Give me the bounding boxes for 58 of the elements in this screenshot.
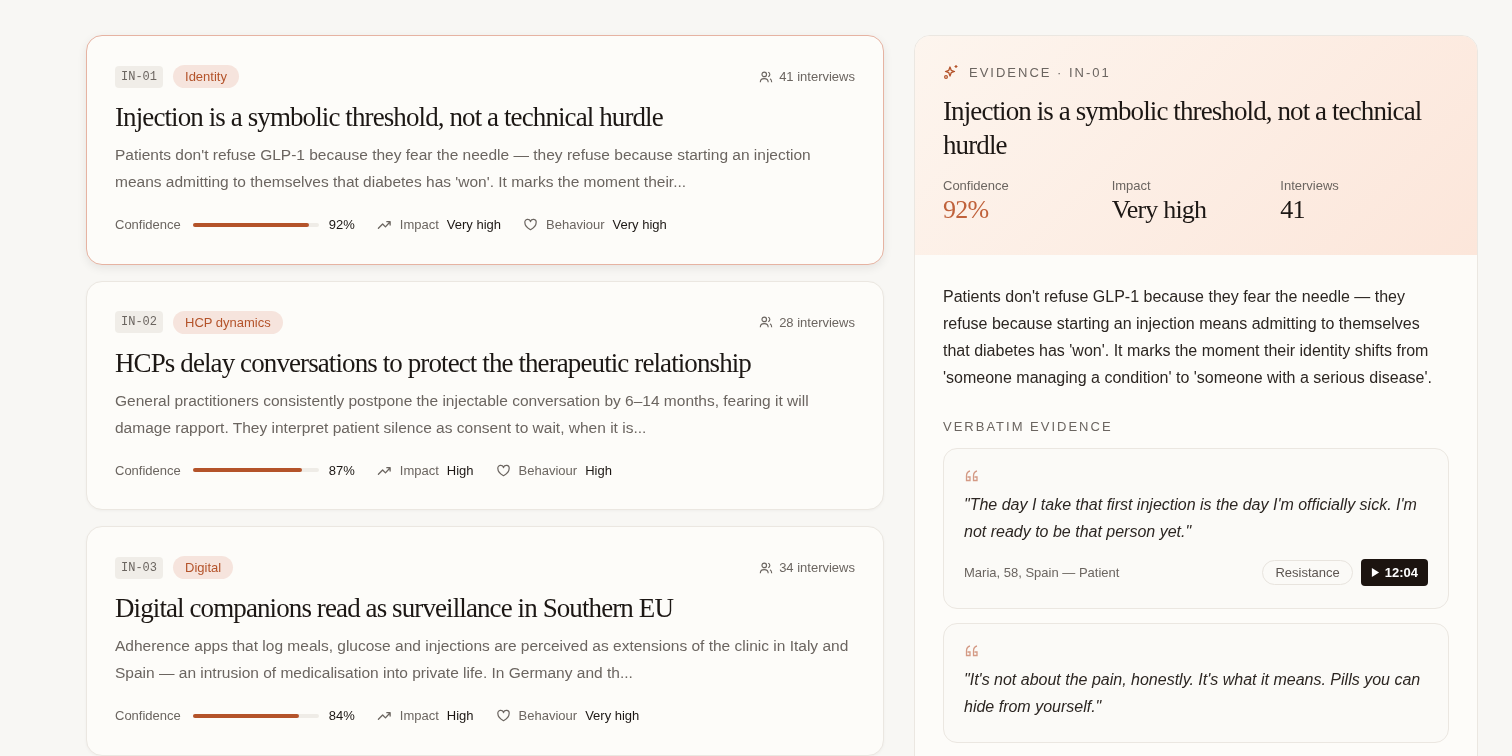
section-heading: VERBATIM EVIDENCE <box>943 419 1114 434</box>
quote-text: "It's not about the pain, honestly. It's what it means. Pills you can hide from yourself." <box>964 670 1422 717</box>
category-tag: Identity <box>173 65 239 88</box>
metric-label: Confidence <box>115 462 181 478</box>
interview-count: 41 interviews <box>779 69 855 84</box>
evidence-title: Injection is a symbolic threshold, not a technical hurdle <box>943 95 1423 162</box>
insight-title: Digital companions read as surveillance in Southern EU <box>115 592 675 626</box>
metric-label: Impact <box>399 462 439 478</box>
sparkle-icon <box>943 64 959 80</box>
insight-description: Patients don't refuse GLP-1 because they fear the needle — they refuse because starting an injection means admitting to themselves that diabetes has 'won'. It marks the moment their... <box>115 145 812 192</box>
insight-code: IN-03 <box>115 556 163 579</box>
evidence-summary: Patients don't refuse GLP-1 because they fear the needle — they refuse because starting an injection means admitting to themselves that diabetes has 'won'. It marks the moment their identity shifts from 'someone managing a condition' to 'someone with a serious disease'. <box>943 287 1433 388</box>
quote-source: Maria, 58, Spain — Patient <box>964 565 1120 580</box>
play-button[interactable]: 12:04 <box>1360 559 1428 586</box>
stat-value: 41 <box>1280 195 1306 225</box>
confidence-value: 84% <box>328 708 355 724</box>
impact-value: Very high <box>446 217 502 232</box>
metric-label: Behaviour <box>518 462 578 478</box>
people-icon <box>759 560 774 575</box>
metric-label: Impact <box>399 217 439 232</box>
people-icon <box>759 69 774 84</box>
insight-title: HCPs delay conversations to protect the therapeutic relationship <box>115 346 752 380</box>
category-tag: Digital <box>173 556 234 580</box>
stat-label: Interviews <box>1280 178 1340 193</box>
behaviour-value: Very high <box>612 217 667 232</box>
metric-label: Confidence <box>115 217 181 232</box>
insight-description: Adherence apps that log meals, glucose and injections are perceived as extensions of the clinic in Italy and Spain — an intrusion of medicalisation into private life. In Germany and th... <box>115 636 850 684</box>
quote-text: "The day I take that first injection is the day I'm officially sick. I'm not ready to be that person yet." <box>964 495 1418 542</box>
behaviour-value: Very high <box>585 708 640 724</box>
heart-icon <box>523 217 539 232</box>
confidence-value: 87% <box>328 462 355 478</box>
interview-count: 34 interviews <box>779 560 855 576</box>
impact-value: High <box>446 462 474 478</box>
evidence-eyebrow: EVIDENCE · IN-01 <box>969 64 1111 80</box>
heart-icon <box>495 708 511 724</box>
insight-card[interactable] <box>86 35 884 265</box>
play-icon <box>1370 567 1380 578</box>
metric-label: Behaviour <box>518 708 578 724</box>
confidence-value: 92% <box>328 217 355 232</box>
insight-code: IN-01 <box>115 65 163 88</box>
people-icon <box>759 315 774 330</box>
stat-value: Very high <box>1111 195 1208 225</box>
heart-icon <box>495 462 511 478</box>
quote-icon <box>964 644 980 658</box>
metric-label: Confidence <box>115 708 181 724</box>
stat-label: Impact <box>1111 178 1152 193</box>
insight-description: General practitioners consistently postpone the injectable conversation by 6–14 months, fearing it will damage rapport. They interpret patient silence as consent to wait, when it is... <box>115 390 810 438</box>
behaviour-value: High <box>585 462 612 478</box>
quote-icon <box>964 469 980 483</box>
impact-value: High <box>446 708 474 724</box>
metric-label: Impact <box>399 708 439 724</box>
metric-label: Behaviour <box>546 217 605 232</box>
insight-code: IN-02 <box>115 311 163 334</box>
stat-label: Confidence <box>943 178 1010 193</box>
stat-value: 92% <box>943 195 990 225</box>
insight-title: Injection is a symbolic threshold, not a technical hurdle <box>115 101 664 134</box>
category-tag: HCP dynamics <box>173 310 283 334</box>
interview-count: 28 interviews <box>779 314 855 330</box>
